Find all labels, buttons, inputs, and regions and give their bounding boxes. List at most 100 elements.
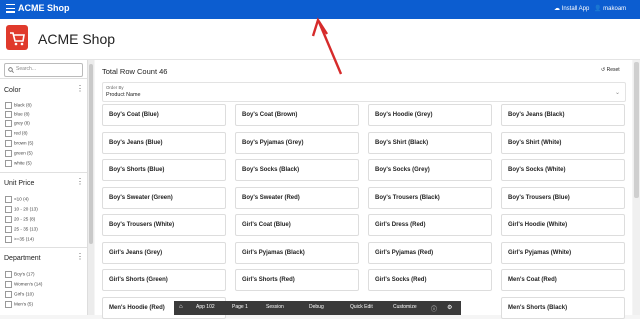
checkbox[interactable]: [5, 216, 12, 223]
product-card[interactable]: Girl's Pyjamas (Red): [368, 241, 492, 264]
app-builder-link[interactable]: App 102: [196, 304, 215, 310]
reset-button[interactable]: ↺ Reset: [601, 67, 620, 73]
facet-option[interactable]: Girl's (10): [5, 291, 34, 298]
product-name: Girl's Pyjamas (White): [508, 249, 572, 256]
product-card[interactable]: Girl's Socks (Red): [368, 269, 492, 291]
top-navigation-bar: ACME Shop ☁ Install App 👤 makoam: [0, 0, 640, 19]
info-icon[interactable]: ⓘ: [431, 304, 437, 313]
checkbox[interactable]: [5, 111, 12, 118]
app-name[interactable]: ACME Shop: [18, 3, 70, 13]
facet-option[interactable]: Boy's (17): [5, 271, 35, 278]
checkbox[interactable]: [5, 206, 12, 213]
install-app-label: Install App: [561, 6, 590, 12]
facet-option[interactable]: black (8): [5, 102, 32, 109]
facet-option[interactable]: red (8): [5, 130, 28, 137]
product-name: Men's Hoodie (Red): [109, 304, 165, 311]
user-icon: 👤: [594, 6, 602, 12]
facet-option[interactable]: 20 - 25 (8): [5, 216, 35, 223]
user-menu-button[interactable]: 👤 makoam: [594, 5, 626, 12]
product-card[interactable]: Girl's Pyjamas (Black): [235, 241, 359, 264]
product-card[interactable]: Boy's Socks (White): [501, 159, 625, 181]
checkbox[interactable]: [5, 281, 12, 288]
facet-option[interactable]: Men's (5): [5, 301, 33, 308]
product-name: Girl's Pyjamas (Red): [375, 249, 434, 256]
product-card[interactable]: Boy's Sweater (Red): [235, 186, 359, 209]
product-card[interactable]: Boy's Shirt (White): [501, 131, 625, 154]
product-card[interactable]: Girl's Jeans (Grey): [102, 241, 226, 264]
product-card[interactable]: Girl's Shorts (Green): [102, 269, 226, 291]
product-card[interactable]: Girl's Dress (Red): [368, 214, 492, 236]
product-card[interactable]: Boy's Trousers (Black): [368, 186, 492, 209]
facet-option[interactable]: green (5): [5, 150, 33, 157]
total-row-count: Total Row Count 46: [102, 67, 168, 76]
facet-option[interactable]: white (5): [5, 160, 32, 167]
product-name: Boy's Jeans (Black): [508, 112, 565, 118]
checkbox[interactable]: [5, 236, 12, 243]
order-by-select[interactable]: Order By Product Name ⌄: [102, 82, 626, 102]
product-card[interactable]: Boy's Coat (Blue): [102, 104, 226, 126]
product-card[interactable]: Boy's Sweater (Green): [102, 186, 226, 209]
install-app-button[interactable]: ☁ Install App: [554, 5, 589, 12]
product-card[interactable]: Girl's Shorts (Red): [235, 269, 359, 291]
checkbox[interactable]: [5, 150, 12, 157]
facet-option[interactable]: Women's (14): [5, 281, 42, 288]
product-name: Boy's Shorts (Blue): [109, 167, 165, 173]
product-card[interactable]: Boy's Trousers (White): [102, 214, 226, 236]
home-icon[interactable]: ⌂: [179, 304, 183, 310]
more-options-icon[interactable]: ⋮: [76, 178, 84, 186]
product-card[interactable]: Boy's Coat (Brown): [235, 104, 359, 126]
scrollbar-thumb[interactable]: [89, 64, 93, 244]
checkbox[interactable]: [5, 102, 12, 109]
product-card[interactable]: Girl's Pyjamas (White): [501, 241, 625, 264]
checkbox[interactable]: [5, 291, 12, 298]
checkbox[interactable]: [5, 120, 12, 127]
product-card[interactable]: Boy's Jeans (Black): [501, 104, 625, 126]
product-card[interactable]: Boy's Socks (Black): [235, 159, 359, 181]
sidebar-scrollbar[interactable]: [88, 60, 94, 315]
user-name: makoam: [603, 6, 627, 12]
facet-option[interactable]: brown (5): [5, 140, 33, 147]
page-scrollbar[interactable]: [633, 60, 640, 315]
product-card[interactable]: Boy's Pyjamas (Grey): [235, 131, 359, 154]
product-card[interactable]: Boy's Jeans (Blue): [102, 131, 226, 154]
checkbox[interactable]: [5, 160, 12, 167]
session-link[interactable]: Session: [266, 304, 284, 310]
facet-option[interactable]: grey (8): [5, 120, 30, 127]
product-card[interactable]: Boy's Shirt (Black): [368, 131, 492, 154]
scrollbar-thumb[interactable]: [634, 62, 639, 198]
hamburger-menu-icon[interactable]: [6, 4, 15, 14]
facet-option[interactable]: <10 (4): [5, 196, 29, 203]
facet-option[interactable]: 10 - 20 (13): [5, 206, 38, 213]
checkbox[interactable]: [5, 140, 12, 147]
product-name: Girl's Dress (Red): [375, 222, 426, 228]
checkbox[interactable]: [5, 301, 12, 308]
product-name: Girl's Shorts (Red): [242, 277, 295, 283]
checkbox[interactable]: [5, 196, 12, 203]
page-designer-link[interactable]: Page 1: [232, 304, 248, 310]
customize-link[interactable]: Customize: [393, 304, 417, 310]
product-card[interactable]: Boy's Shorts (Blue): [102, 159, 226, 181]
product-card[interactable]: Boy's Hoodie (Grey): [368, 104, 492, 126]
product-card[interactable]: Girl's Coat (Blue): [235, 214, 359, 236]
gear-icon[interactable]: ⚙: [447, 304, 452, 311]
reset-icon: ↺: [601, 67, 606, 73]
checkbox[interactable]: [5, 226, 12, 233]
facet-option[interactable]: blue (8): [5, 111, 30, 118]
quick-edit-link[interactable]: Quick Edit: [350, 304, 373, 310]
page-header: ACME Shop: [0, 19, 640, 60]
more-options-icon[interactable]: ⋮: [76, 85, 84, 93]
debug-link[interactable]: Debug: [309, 304, 324, 310]
product-card[interactable]: Men's Coat (Red): [501, 269, 625, 291]
product-name: Girl's Hoodie (White): [508, 222, 568, 228]
checkbox[interactable]: [5, 130, 12, 137]
search-input[interactable]: Search...: [4, 63, 83, 77]
checkbox[interactable]: [5, 271, 12, 278]
product-card[interactable]: Boy's Trousers (Blue): [501, 186, 625, 209]
product-card[interactable]: Boy's Socks (Grey): [368, 159, 492, 181]
product-name: Boy's Shirt (White): [508, 139, 562, 146]
facet-option[interactable]: >=35 (14): [5, 236, 34, 243]
product-card[interactable]: Girl's Hoodie (White): [501, 214, 625, 236]
more-options-icon[interactable]: ⋮: [76, 253, 84, 261]
product-card[interactable]: Men's Shorts (Black): [501, 296, 625, 319]
facet-option[interactable]: 25 - 35 (13): [5, 226, 38, 233]
